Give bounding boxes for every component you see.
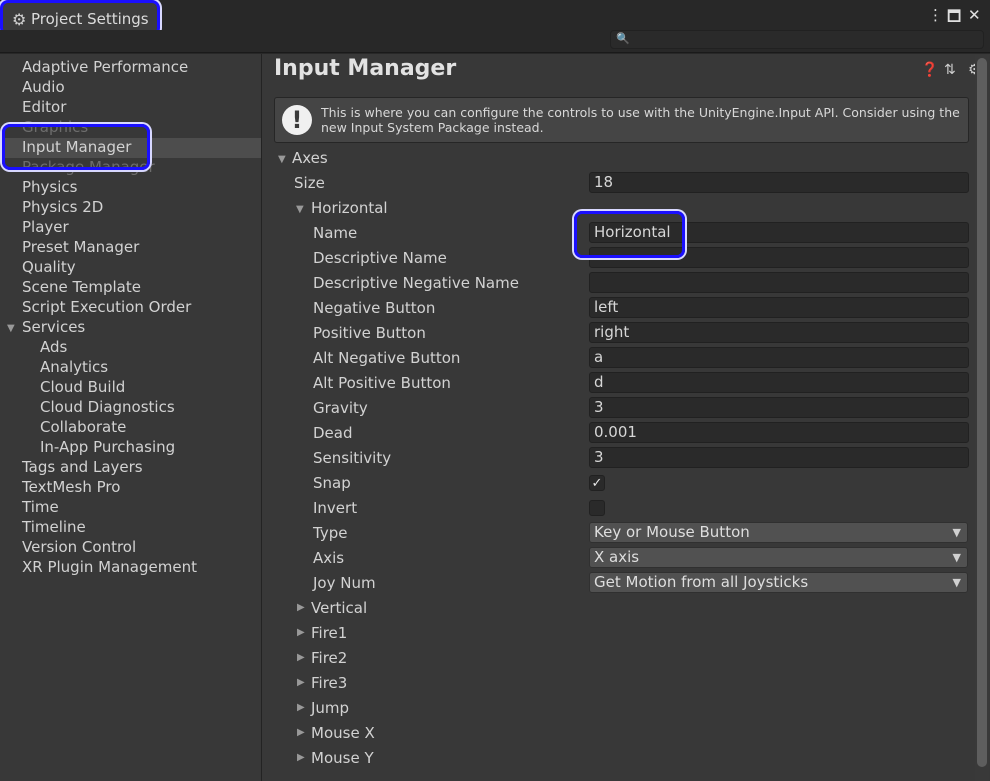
- gravity-field[interactable]: 3: [589, 397, 969, 418]
- warning-icon: !: [282, 105, 312, 135]
- scrollbar-thumb[interactable]: [977, 58, 987, 767]
- expand-fire1-icon[interactable]: ▶: [297, 627, 305, 638]
- expand-jump-icon[interactable]: ▶: [297, 702, 305, 713]
- sidebar-item-tags-and-layers[interactable]: Tags and Layers: [22, 457, 143, 477]
- sensitivity-field[interactable]: 3: [589, 447, 969, 468]
- kebab-menu-icon[interactable]: ⋮: [928, 6, 943, 24]
- negative-button-field[interactable]: left: [589, 297, 969, 318]
- sidebar-item-quality[interactable]: Quality: [22, 257, 76, 277]
- alt-positive-button-label: Alt Positive Button: [313, 374, 451, 392]
- name-label: Name: [313, 224, 358, 242]
- axes-label[interactable]: Axes: [292, 148, 328, 168]
- axis-fire3[interactable]: Fire3: [311, 673, 347, 693]
- sidebar-item-textmesh-pro[interactable]: TextMesh Pro: [22, 477, 120, 497]
- services-expand-icon[interactable]: ▼: [7, 323, 15, 334]
- info-text: This is where you can configure the cont…: [321, 105, 960, 135]
- checkmark-icon: ✓: [591, 476, 603, 491]
- expand-vertical-icon[interactable]: ▶: [297, 602, 305, 613]
- axis-value: X axis: [594, 548, 640, 566]
- type-value: Key or Mouse Button: [594, 523, 750, 541]
- alt-negative-button-field[interactable]: a: [589, 347, 969, 368]
- type-dropdown[interactable]: Key or Mouse Button ▼: [589, 522, 968, 543]
- highlight-annotation: [2, 124, 150, 170]
- sidebar-item-timeline[interactable]: Timeline: [22, 517, 86, 537]
- preset-icon[interactable]: ⇅: [944, 62, 956, 78]
- sidebar-item-editor[interactable]: Editor: [22, 97, 66, 117]
- axis-fire2[interactable]: Fire2: [311, 648, 347, 668]
- window-title: Project Settings: [31, 10, 149, 28]
- expand-mouse-x-icon[interactable]: ▶: [297, 727, 305, 738]
- negative-button-label: Negative Button: [313, 299, 436, 317]
- invert-label: Invert: [313, 499, 358, 517]
- sidebar-item-xr-plugin-management[interactable]: XR Plugin Management: [22, 557, 197, 577]
- sidebar-item-preset-manager[interactable]: Preset Manager: [22, 237, 139, 257]
- axis-dropdown[interactable]: X axis ▼: [589, 547, 968, 568]
- snap-checkbox[interactable]: ✓: [589, 475, 605, 491]
- dead-field[interactable]: 0.001: [589, 422, 969, 443]
- axis-label: Axis: [313, 549, 345, 567]
- size-field[interactable]: 18: [589, 172, 969, 193]
- search-icon: 🔍: [616, 32, 630, 45]
- sidebar-item-scene-template[interactable]: Scene Template: [22, 277, 141, 297]
- descriptive-negative-name-label: Descriptive Negative Name: [313, 274, 519, 292]
- sidebar-item-analytics[interactable]: Analytics: [40, 357, 108, 377]
- alt-positive-button-field[interactable]: d: [589, 372, 969, 393]
- positive-button-field[interactable]: right: [589, 322, 969, 343]
- info-box: ! This is where you can configure the co…: [274, 97, 969, 143]
- sidebar-item-ads[interactable]: Ads: [40, 337, 67, 357]
- help-icon[interactable]: ❓: [921, 62, 938, 78]
- sidebar-item-services[interactable]: Services: [22, 317, 85, 337]
- sidebar-item-script-execution-order[interactable]: Script Execution Order: [22, 297, 191, 317]
- sidebar-item-collaborate[interactable]: Collaborate: [40, 417, 126, 437]
- sensitivity-label: Sensitivity: [313, 449, 392, 467]
- axes-expand-icon[interactable]: ▼: [278, 154, 286, 165]
- joy-num-value: Get Motion from all Joysticks: [594, 573, 809, 591]
- horizontal-expand-icon[interactable]: ▼: [296, 204, 304, 215]
- dead-label: Dead: [313, 424, 353, 442]
- page-title: Input Manager: [274, 56, 457, 81]
- snap-label: Snap: [313, 474, 351, 492]
- axis-fire1[interactable]: Fire1: [311, 623, 347, 643]
- expand-fire3-icon[interactable]: ▶: [297, 677, 305, 688]
- expand-fire2-icon[interactable]: ▶: [297, 652, 305, 663]
- axis-mouse-x[interactable]: Mouse X: [311, 723, 375, 743]
- sidebar-item-physics[interactable]: Physics: [22, 177, 77, 197]
- descriptive-name-label: Descriptive Name: [313, 249, 447, 267]
- joy-num-dropdown[interactable]: Get Motion from all Joysticks ▼: [589, 572, 968, 593]
- close-icon[interactable]: ✕: [968, 6, 981, 24]
- axis-mouse-y[interactable]: Mouse Y: [311, 748, 374, 768]
- axis-jump[interactable]: Jump: [311, 698, 349, 718]
- size-label: Size: [294, 174, 325, 192]
- axis-vertical[interactable]: Vertical: [311, 598, 367, 618]
- sidebar-item-adaptive-performance[interactable]: Adaptive Performance: [22, 57, 188, 77]
- sidebar-item-cloud-build[interactable]: Cloud Build: [40, 377, 125, 397]
- horizontal-label[interactable]: Horizontal: [311, 198, 388, 218]
- chevron-down-icon: ▼: [952, 526, 961, 539]
- sidebar-item-cloud-diagnostics[interactable]: Cloud Diagnostics: [40, 397, 175, 417]
- descriptive-negative-name-field[interactable]: [589, 272, 969, 293]
- alt-negative-button-label: Alt Negative Button: [313, 349, 461, 367]
- chevron-down-icon: ▼: [952, 576, 961, 589]
- chevron-down-icon: ▼: [952, 551, 961, 564]
- expand-mouse-y-icon[interactable]: ▶: [297, 752, 305, 763]
- gravity-label: Gravity: [313, 399, 368, 417]
- highlight-annotation: [574, 211, 685, 258]
- type-label: Type: [313, 524, 348, 542]
- sidebar-item-player[interactable]: Player: [22, 217, 69, 237]
- sidebar-item-audio[interactable]: Audio: [22, 77, 65, 97]
- sidebar-item-version-control[interactable]: Version Control: [22, 537, 136, 557]
- invert-checkbox[interactable]: [589, 500, 605, 516]
- maximize-icon[interactable]: 🗖: [947, 6, 961, 31]
- sidebar-item-time[interactable]: Time: [22, 497, 59, 517]
- joy-num-label: Joy Num: [313, 574, 376, 592]
- sidebar-item-physics-2d[interactable]: Physics 2D: [22, 197, 103, 217]
- search-input[interactable]: 🔍: [610, 30, 984, 49]
- positive-button-label: Positive Button: [313, 324, 426, 342]
- gear-icon: ⚙: [12, 10, 27, 29]
- sidebar-item-in-app-purchasing[interactable]: In-App Purchasing: [40, 437, 175, 457]
